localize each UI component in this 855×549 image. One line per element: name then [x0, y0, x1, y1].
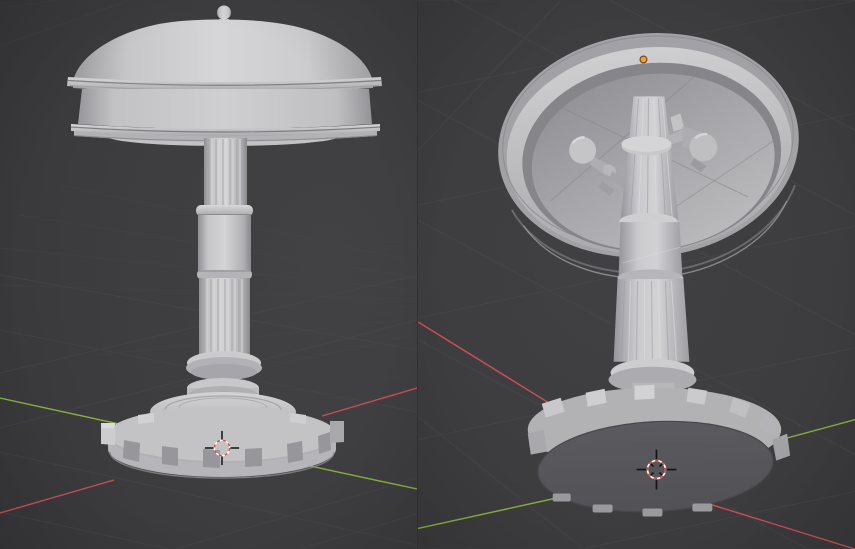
viewport-underside-view[interactable]: [417, 0, 855, 549]
viewport-front-view[interactable]: [0, 0, 417, 549]
object-origin-icon[interactable]: [640, 56, 647, 63]
lamp-stem: [196, 138, 253, 357]
blender-viewport-screenshot: [0, 0, 855, 549]
